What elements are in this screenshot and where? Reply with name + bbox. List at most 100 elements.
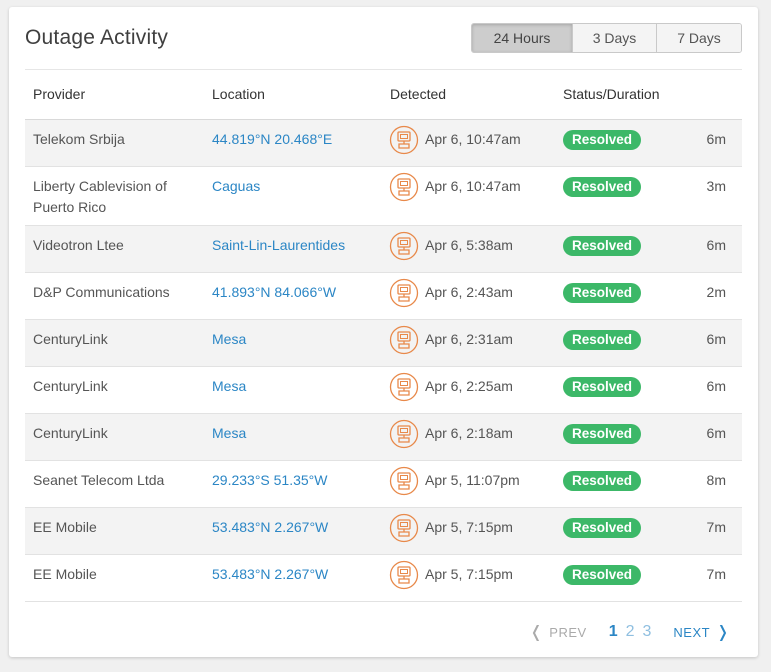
status-badge: Resolved xyxy=(563,330,642,350)
duration-cell: 7m xyxy=(674,507,742,555)
table-row: Telekom Srbija 44.819°N 20.468°E Apr 6, 10… xyxy=(25,119,742,167)
status-cell: Resolved xyxy=(555,366,674,414)
table-row: Seanet Telecom Ltda 29.233°S 51.35°W Apr 5… xyxy=(25,460,742,508)
provider-cell: CenturyLink xyxy=(25,413,204,461)
device-icon xyxy=(389,125,419,155)
location-cell: Mesa xyxy=(204,413,382,461)
column-header-status-duration: Status/Duration xyxy=(555,69,674,120)
table-row: CenturyLink Mesa Apr 6, 2:31am Resolved 6m xyxy=(25,319,742,367)
status-cell: Resolved xyxy=(555,272,674,320)
device-icon xyxy=(389,466,419,496)
location-link[interactable]: Mesa xyxy=(212,425,246,441)
range-3-days-button[interactable]: 3 Days xyxy=(572,24,656,52)
detected-cell: Apr 6, 2:25am xyxy=(382,366,555,414)
range-24-hours-button[interactable]: 24 Hours xyxy=(472,24,572,52)
chevron-left-icon: ❬ xyxy=(529,624,544,641)
provider-cell: D&P Communications xyxy=(25,272,204,320)
detected-time: Apr 6, 10:47am xyxy=(425,131,521,147)
status-cell: Resolved xyxy=(555,507,674,555)
device-icon xyxy=(389,172,419,202)
table-row: EE Mobile 53.483°N 2.267°W Apr 5, 7:15pm Re… xyxy=(25,507,742,555)
status-cell: Resolved xyxy=(555,319,674,367)
device-icon xyxy=(389,513,419,543)
page-2-link[interactable]: 2 xyxy=(626,623,635,641)
location-link[interactable]: Caguas xyxy=(212,178,260,194)
panel-title: Outage Activity xyxy=(25,26,169,49)
provider-cell: Telekom Srbija xyxy=(25,119,204,167)
time-range-selector: 24 Hours 3 Days 7 Days xyxy=(471,23,742,53)
detected-cell: Apr 5, 7:15pm xyxy=(382,554,555,602)
detected-time: Apr 5, 11:07pm xyxy=(425,472,520,488)
column-header-detected: Detected xyxy=(382,69,555,120)
provider-cell: CenturyLink xyxy=(25,366,204,414)
status-badge: Resolved xyxy=(563,424,642,444)
detected-cell: Apr 6, 2:18am xyxy=(382,413,555,461)
duration-cell: 6m xyxy=(674,319,742,367)
page-1-link[interactable]: 1 xyxy=(609,623,618,641)
location-cell: 53.483°N 2.267°W xyxy=(204,554,382,602)
location-cell: 53.483°N 2.267°W xyxy=(204,507,382,555)
provider-cell: Videotron Ltee xyxy=(25,225,204,273)
status-cell: Resolved xyxy=(555,119,674,167)
outage-table: Provider Location Detected Status/Durati… xyxy=(25,69,742,602)
duration-cell: 6m xyxy=(674,119,742,167)
outage-activity-panel: Outage Activity 24 Hours 3 Days 7 Days P… xyxy=(9,7,758,657)
detected-time: Apr 6, 2:25am xyxy=(425,378,513,394)
status-cell: Resolved xyxy=(555,460,674,508)
location-link[interactable]: Saint-Lin-Laurentides xyxy=(212,237,345,253)
detected-cell: Apr 6, 5:38am xyxy=(382,225,555,273)
detected-time: Apr 6, 2:31am xyxy=(425,331,513,347)
chevron-right-icon[interactable]: ❭ xyxy=(716,622,730,642)
detected-time: Apr 5, 7:15pm xyxy=(425,566,513,582)
table-row: CenturyLink Mesa Apr 6, 2:18am Resolved 6m xyxy=(25,413,742,461)
status-cell: Resolved xyxy=(555,225,674,273)
duration-cell: 3m xyxy=(674,166,742,226)
detected-cell: Apr 5, 7:15pm xyxy=(382,507,555,555)
detected-cell: Apr 6, 2:31am xyxy=(382,319,555,367)
location-link[interactable]: 41.893°N 84.066°W xyxy=(212,284,336,300)
detected-time: Apr 6, 5:38am xyxy=(425,237,513,253)
pagination: ❬ PREV 1 2 3 NEXT ❭ xyxy=(523,622,736,642)
status-badge: Resolved xyxy=(563,518,642,538)
status-badge: Resolved xyxy=(563,130,642,150)
duration-cell: 6m xyxy=(674,225,742,273)
duration-cell: 2m xyxy=(674,272,742,320)
table-row: CenturyLink Mesa Apr 6, 2:25am Resolved 6m xyxy=(25,366,742,414)
provider-cell: CenturyLink xyxy=(25,319,204,367)
detected-time: Apr 5, 7:15pm xyxy=(425,519,513,535)
detected-time: Apr 6, 2:43am xyxy=(425,284,513,300)
provider-cell: EE Mobile xyxy=(25,554,204,602)
detected-cell: Apr 6, 10:47am xyxy=(382,119,555,167)
detected-cell: Apr 6, 10:47am xyxy=(382,166,555,226)
location-link[interactable]: 53.483°N 2.267°W xyxy=(212,519,328,535)
location-link[interactable]: 44.819°N 20.468°E xyxy=(212,131,332,147)
page-3-link[interactable]: 3 xyxy=(643,623,652,641)
next-page-button[interactable]: NEXT xyxy=(673,625,710,640)
location-cell: Caguas xyxy=(204,166,382,226)
location-link[interactable]: Mesa xyxy=(212,331,246,347)
table-header-row: Provider Location Detected Status/Durati… xyxy=(25,69,742,120)
location-link[interactable]: 29.233°S 51.35°W xyxy=(212,472,328,488)
range-7-days-button[interactable]: 7 Days xyxy=(656,24,741,52)
status-badge: Resolved xyxy=(563,565,642,585)
duration-cell: 7m xyxy=(674,554,742,602)
provider-cell: Seanet Telecom Ltda xyxy=(25,460,204,508)
status-badge: Resolved xyxy=(563,471,642,491)
detected-cell: Apr 6, 2:43am xyxy=(382,272,555,320)
status-badge: Resolved xyxy=(563,177,642,197)
detected-time: Apr 6, 2:18am xyxy=(425,425,513,441)
column-header-location: Location xyxy=(204,69,382,120)
table-row: Videotron Ltee Saint-Lin-Laurentides Apr 6… xyxy=(25,225,742,273)
status-badge: Resolved xyxy=(563,377,642,397)
device-icon xyxy=(389,278,419,308)
provider-cell: EE Mobile xyxy=(25,507,204,555)
location-cell: Saint-Lin-Laurentides xyxy=(204,225,382,273)
status-cell: Resolved xyxy=(555,554,674,602)
location-link[interactable]: 53.483°N 2.267°W xyxy=(212,566,328,582)
location-link[interactable]: Mesa xyxy=(212,378,246,394)
location-cell: Mesa xyxy=(204,366,382,414)
prev-page-button[interactable]: PREV xyxy=(549,625,586,640)
column-header-provider: Provider xyxy=(25,69,204,120)
device-icon xyxy=(389,372,419,402)
location-cell: Mesa xyxy=(204,319,382,367)
